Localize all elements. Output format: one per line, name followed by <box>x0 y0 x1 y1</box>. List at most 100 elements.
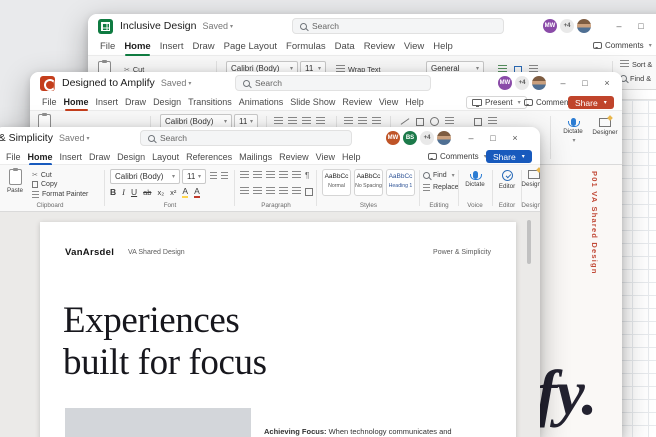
tab-formulas[interactable]: Formulas <box>286 39 326 54</box>
maximize-button[interactable]: □ <box>574 78 596 88</box>
text-formatting-icons[interactable] <box>274 117 325 126</box>
arrange-icons[interactable] <box>474 117 497 126</box>
tab-draw[interactable]: Draw <box>125 95 146 109</box>
paste-button[interactable]: Paste <box>2 169 28 194</box>
tab-design[interactable]: Design <box>153 95 181 109</box>
tab-animations[interactable]: Animations <box>239 95 284 109</box>
maximize-button[interactable]: □ <box>630 21 652 31</box>
close-button[interactable]: × <box>596 78 618 88</box>
paragraph-row2-buttons[interactable] <box>240 187 313 196</box>
tab-help[interactable]: Help <box>433 39 453 54</box>
word-saved-status: Saved <box>59 133 85 143</box>
font-style-buttons[interactable]: B I U ab x₂ x² A A <box>110 186 200 198</box>
tab-data[interactable]: Data <box>335 39 355 54</box>
shapes-icons[interactable] <box>400 117 454 126</box>
tab-view[interactable]: View <box>316 150 335 164</box>
underline-button[interactable]: U <box>131 187 137 197</box>
italic-button[interactable]: I <box>122 187 125 197</box>
tab-insert[interactable]: Insert <box>96 95 119 109</box>
find-select-button[interactable]: Find & <box>620 74 651 83</box>
tab-insert[interactable]: Insert <box>160 39 184 54</box>
font-color-button[interactable]: A <box>194 186 200 198</box>
copy-icon <box>32 181 38 188</box>
font-name-select[interactable]: Calibri (Body) ▾ <box>110 169 180 184</box>
excel-search-input[interactable]: Search <box>292 18 504 34</box>
tab-draw[interactable]: Draw <box>89 150 110 164</box>
chevron-down-icon: ▾ <box>604 99 607 106</box>
comments-button[interactable]: Comments ▾ <box>428 152 487 161</box>
sort-filter-button[interactable]: Sort & <box>620 60 652 69</box>
cut-button[interactable]: ✂ Cut <box>32 171 52 179</box>
avatar-overflow-count[interactable]: +4 <box>420 131 434 145</box>
tab-file[interactable]: File <box>100 39 115 54</box>
multilevel-list-icon <box>266 171 275 180</box>
avatar[interactable]: BS <box>403 131 417 145</box>
tab-layout[interactable]: Layout <box>152 150 179 164</box>
dictate-button[interactable]: Dictate <box>462 170 488 188</box>
superscript-button[interactable]: x² <box>170 188 176 197</box>
avatar-photo[interactable] <box>577 19 591 33</box>
share-button[interactable]: Share ▾ <box>568 96 614 109</box>
designer-button[interactable]: Designer <box>590 118 620 136</box>
word-search-input[interactable]: Search <box>140 130 352 146</box>
tab-help[interactable]: Help <box>342 150 361 164</box>
tab-transitions[interactable]: Transitions <box>188 95 232 109</box>
style-card-normal[interactable]: AaBbCc Normal <box>322 169 351 196</box>
subscript-button[interactable]: x₂ <box>157 188 164 197</box>
avatar-photo[interactable] <box>437 131 451 145</box>
avatar-overflow-count[interactable]: +4 <box>560 19 574 33</box>
tab-file[interactable]: File <box>6 150 21 164</box>
tab-home[interactable]: Home <box>64 95 89 109</box>
style-card-no-spacing[interactable]: AaBbCc No Spacing <box>354 169 383 196</box>
tab-page-layout[interactable]: Page Layout <box>224 39 277 54</box>
chevron-down-icon: ▾ <box>172 173 175 180</box>
tab-view[interactable]: View <box>404 39 424 54</box>
present-button[interactable]: Present ▾ <box>466 96 527 109</box>
document-page[interactable]: VanArsdel VA Shared Design Power & Simpl… <box>40 222 516 437</box>
format-painter-button[interactable]: Format Painter <box>32 191 88 198</box>
minimize-button[interactable]: – <box>460 133 482 143</box>
minimize-button[interactable]: – <box>608 21 630 31</box>
replace-button[interactable]: Replace <box>423 184 459 191</box>
paragraph-icons[interactable] <box>344 117 381 126</box>
avatar[interactable]: MW <box>498 76 512 90</box>
tab-view[interactable]: View <box>379 95 398 109</box>
avatar[interactable]: MW <box>543 19 557 33</box>
minimize-button[interactable]: – <box>552 78 574 88</box>
maximize-button[interactable]: □ <box>482 133 504 143</box>
vertical-scrollbar[interactable] <box>527 220 531 264</box>
close-button[interactable]: × <box>652 21 656 31</box>
tab-draw[interactable]: Draw <box>192 39 214 54</box>
tab-slide-show[interactable]: Slide Show <box>290 95 335 109</box>
style-card-heading1[interactable]: AaBbCc Heading 1 <box>386 169 415 196</box>
share-button[interactable]: Share ▾ <box>486 150 532 163</box>
font-grow-shrink-buttons[interactable] <box>210 172 228 179</box>
avatar[interactable]: MW <box>386 131 400 145</box>
tab-review[interactable]: Review <box>279 150 309 164</box>
avatar-overflow-count[interactable]: +4 <box>515 76 529 90</box>
designer-button[interactable]: Designer <box>523 170 540 188</box>
tab-home[interactable]: Home <box>124 39 150 54</box>
tab-references[interactable]: References <box>186 150 232 164</box>
tab-review[interactable]: Review <box>342 95 372 109</box>
bold-button[interactable]: B <box>110 187 116 197</box>
paragraph-row1-buttons[interactable]: ¶ <box>240 171 309 180</box>
tab-mailings[interactable]: Mailings <box>239 150 272 164</box>
tab-review[interactable]: Review <box>364 39 395 54</box>
powerpoint-search-input[interactable]: Search <box>235 75 431 91</box>
close-button[interactable]: × <box>504 133 526 143</box>
highlight-color-button[interactable]: A <box>182 186 188 198</box>
tab-home[interactable]: Home <box>28 150 53 164</box>
comments-button[interactable]: Comments ▾ <box>593 41 652 50</box>
font-size-select[interactable]: 11 ▾ <box>182 169 206 184</box>
tab-file[interactable]: File <box>42 95 57 109</box>
avatar-photo[interactable] <box>532 76 546 90</box>
dictate-button[interactable]: Dictate ▾ <box>558 117 588 144</box>
editor-button[interactable]: Editor <box>495 170 519 190</box>
strikethrough-button[interactable]: ab <box>143 188 151 197</box>
find-button[interactable]: Find ▾ <box>423 172 455 179</box>
copy-button[interactable]: Copy <box>32 181 57 188</box>
tab-insert[interactable]: Insert <box>60 150 83 164</box>
tab-help[interactable]: Help <box>405 95 424 109</box>
tab-design[interactable]: Design <box>117 150 145 164</box>
